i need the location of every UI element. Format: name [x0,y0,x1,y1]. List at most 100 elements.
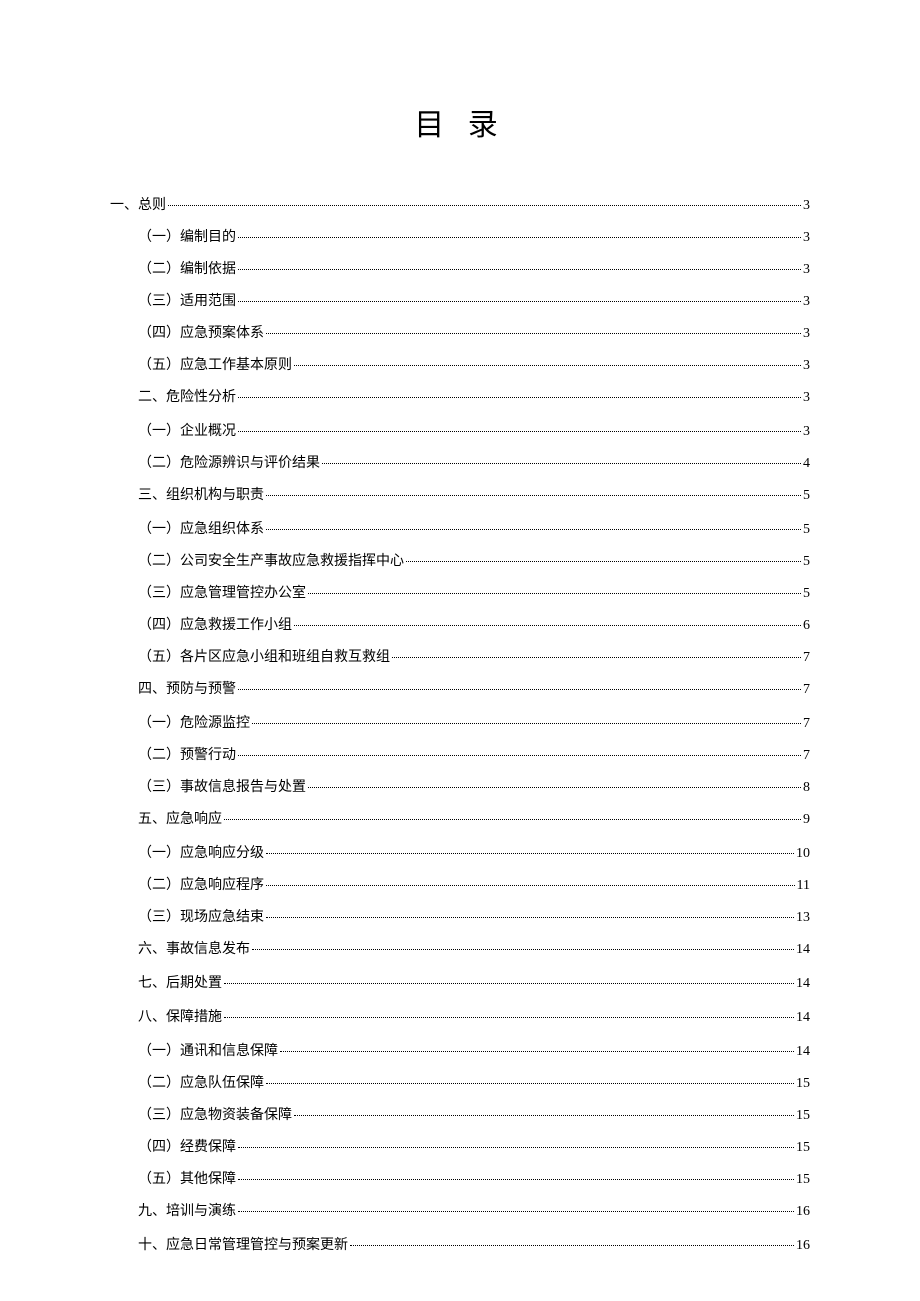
toc-label: 八、保障措施 [138,1006,222,1026]
toc-entry: （三）适用范围3 [138,290,810,310]
toc-page-number: 11 [797,878,810,894]
toc-entry: 二、危险性分析 3 [138,386,810,406]
toc-leader-dots [238,1211,794,1212]
toc-page-number: 14 [796,1010,810,1026]
toc-entry: 六、事故信息发布 14 [138,938,810,958]
toc-entry: （一）企业概况3 [138,420,810,440]
toc-label: （二）危险源辨识与评价结果 [138,452,320,472]
toc-page-number: 14 [796,1044,810,1060]
toc-page-number: 14 [796,942,810,958]
toc-label: （一）应急组织体系 [138,518,264,538]
toc-leader-dots [308,787,801,788]
toc-label: 四、预防与预警 [138,678,236,698]
toc-entry: 五、应急响应9 [138,808,810,828]
toc-label: （一）通讯和信息保障 [138,1040,278,1060]
toc-leader-dots [280,1051,794,1052]
toc-page-number: 5 [803,554,810,570]
toc-page-number: 8 [803,780,810,796]
toc-page-number: 5 [803,586,810,602]
toc-leader-dots [252,949,794,950]
toc-leader-dots [294,365,801,366]
toc-leader-dots [266,853,794,854]
toc-label: （一）编制目的 [138,226,236,246]
toc-page-number: 3 [803,358,810,374]
toc-label: （二）公司安全生产事故应急救援指挥中心 [138,550,404,570]
toc-label: （二）应急响应程序 [138,874,264,894]
toc-entry: 一、总则 3 [110,194,810,214]
toc-label: 一、总则 [110,194,166,214]
toc-leader-dots [238,755,801,756]
toc-leader-dots [266,529,801,530]
toc-label: 二、危险性分析 [138,386,236,406]
toc-entry: （四）应急救援工作小组6 [138,614,810,634]
toc-page-number: 15 [796,1140,810,1156]
toc-entry: 八、保障措施 14 [138,1006,810,1026]
toc-entry: （三）应急管理管控办公室 5 [138,582,810,602]
toc-page-number: 15 [796,1076,810,1092]
toc-leader-dots [224,819,801,820]
toc-page-number: 7 [803,716,810,732]
toc-label: 三、组织机构与职责 [138,484,264,504]
toc-entry: （二）应急响应程序 11 [138,874,810,894]
toc-entry: （一）应急响应分级10 [138,842,810,862]
toc-label: （五）其他保障 [138,1168,236,1188]
toc-entry: （四）应急预案体系3 [138,322,810,342]
toc-entry: 十、应急日常管理管控与预案更新16 [138,1234,810,1254]
table-of-contents: 一、总则3（一）编制目的3（二）编制依据3（三）适用范围3（四）应急预案体系3（… [110,194,810,1254]
toc-label: （二）预警行动 [138,744,236,764]
toc-page-number: 3 [803,294,810,310]
toc-entry: （一）应急组织体系 5 [138,518,810,538]
toc-label: （四）经费保障 [138,1136,236,1156]
toc-leader-dots [238,237,801,238]
toc-entry: 七、后期处置14 [138,972,810,992]
toc-leader-dots [238,269,801,270]
toc-page-number: 15 [796,1108,810,1124]
toc-entry: （二）应急队伍保障15 [138,1072,810,1092]
toc-entry: （二）危险源辨识与评价结果4 [138,452,810,472]
toc-entry: 九、培训与演练16 [138,1200,810,1220]
toc-entry: （五）应急工作基本原则3 [138,354,810,374]
toc-page-number: 5 [803,522,810,538]
toc-label: （五）各片区应急小组和班组自救互救组 [138,646,390,666]
toc-page-number: 10 [796,846,810,862]
toc-leader-dots [238,397,801,398]
toc-label: （三）应急物资装备保障 [138,1104,292,1124]
toc-label: 九、培训与演练 [138,1200,236,1220]
toc-page-number: 16 [796,1238,810,1254]
toc-page-number: 7 [803,650,810,666]
toc-leader-dots [322,463,801,464]
toc-entry: （三）现场应急结束13 [138,906,810,926]
toc-label: 六、事故信息发布 [138,938,250,958]
toc-leader-dots [238,689,801,690]
toc-entry: 三、组织机构与职责5 [138,484,810,504]
toc-page-number: 13 [796,910,810,926]
toc-leader-dots [266,917,794,918]
toc-entry: （四）经费保障 15 [138,1136,810,1156]
toc-page-number: 15 [796,1172,810,1188]
toc-page-number: 7 [803,682,810,698]
toc-leader-dots [266,333,801,334]
toc-page-number: 7 [803,748,810,764]
toc-entry: （二）公司安全生产事故应急救援指挥中心 5 [138,550,810,570]
toc-label: （四）应急预案体系 [138,322,264,342]
toc-leader-dots [308,593,801,594]
toc-entry: （一）危险源监控7 [138,712,810,732]
toc-page-number: 3 [803,390,810,406]
toc-page-number: 3 [803,262,810,278]
page-title: 目 录 [110,100,810,144]
toc-label: 五、应急响应 [138,808,222,828]
toc-page-number: 3 [803,424,810,440]
toc-page-number: 6 [803,618,810,634]
toc-page-number: 3 [803,230,810,246]
toc-entry: （五）各片区应急小组和班组自救互救组 7 [138,646,810,666]
toc-leader-dots [238,1179,794,1180]
toc-entry: （二）编制依据3 [138,258,810,278]
toc-page-number: 3 [803,198,810,214]
toc-label: （三）事故信息报告与处置 [138,776,306,796]
toc-leader-dots [350,1245,794,1246]
toc-entry: （五）其他保障 15 [138,1168,810,1188]
toc-entry: （三）应急物资装备保障 15 [138,1104,810,1124]
toc-label: （三）应急管理管控办公室 [138,582,306,602]
toc-page-number: 14 [796,976,810,992]
toc-leader-dots [224,1017,794,1018]
